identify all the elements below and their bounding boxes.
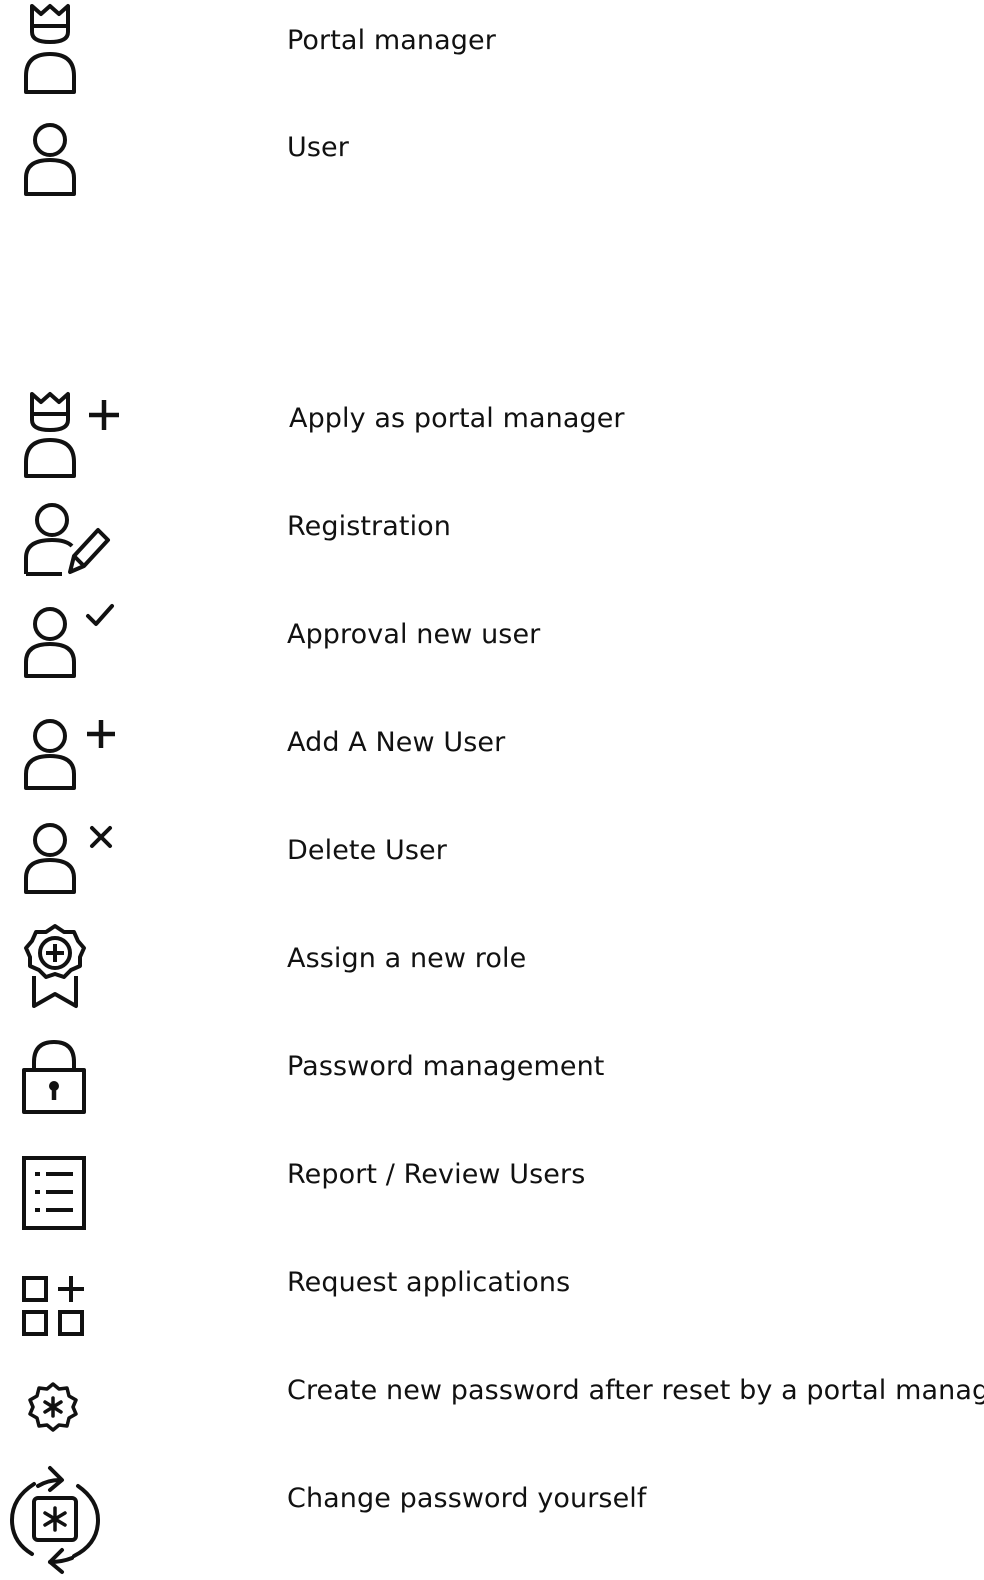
apply-portal-manager-icon xyxy=(18,392,128,482)
report-list-icon xyxy=(22,1156,88,1232)
legend-label: Report / Review Users xyxy=(287,1159,586,1190)
icon-legend: Portal manager User Apply as portal mana… xyxy=(0,0,984,1580)
legend-label: Registration xyxy=(287,511,452,542)
legend-label: Password management xyxy=(287,1051,605,1082)
request-apps-icon xyxy=(22,1274,88,1338)
legend-label: Apply as portal manager xyxy=(289,403,625,434)
assign-role-icon xyxy=(22,922,88,1012)
legend-label: Approval new user xyxy=(287,619,541,650)
legend-label: Create new password after reset by a por… xyxy=(287,1375,984,1406)
legend-label: Request applications xyxy=(287,1267,571,1298)
legend-label: Delete User xyxy=(287,835,447,866)
delete-user-icon xyxy=(18,818,118,898)
legend-label: Assign a new role xyxy=(287,943,527,974)
legend-label: Portal manager xyxy=(287,25,496,56)
reset-password-gear-icon xyxy=(28,1382,78,1432)
legend-label: User xyxy=(287,132,349,163)
user-icon xyxy=(18,120,90,200)
approve-user-icon xyxy=(18,600,118,680)
add-user-icon xyxy=(18,712,118,792)
change-password-icon xyxy=(8,1462,104,1574)
lock-icon xyxy=(22,1040,88,1116)
registration-icon xyxy=(18,500,118,580)
portal-manager-icon xyxy=(18,4,90,96)
legend-label: Change password yourself xyxy=(287,1483,647,1514)
legend-label: Add A New User xyxy=(287,727,506,758)
